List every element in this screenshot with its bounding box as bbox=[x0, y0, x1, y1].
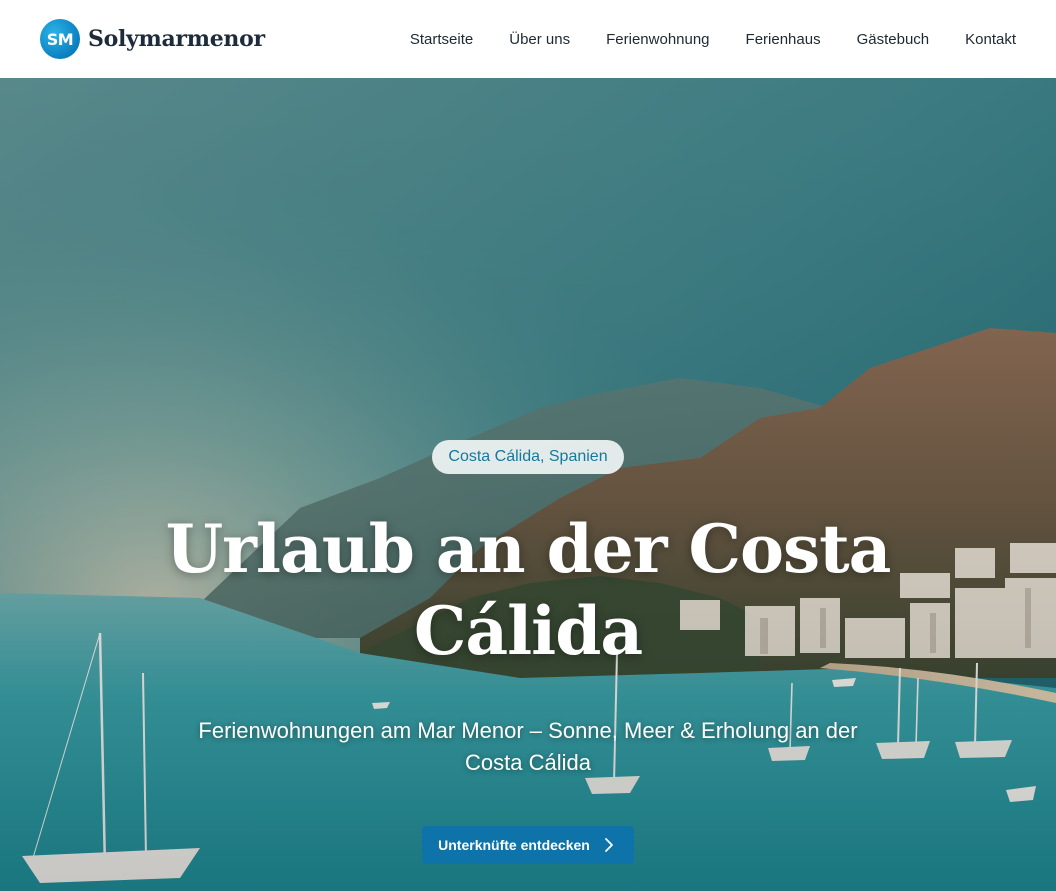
chevron-right-icon bbox=[604, 837, 614, 853]
nav-item-startseite[interactable]: Startseite bbox=[410, 31, 473, 48]
nav-item-ueber-uns[interactable]: Über uns bbox=[509, 31, 570, 48]
site-logo[interactable]: SM Solymarmenor bbox=[40, 19, 265, 59]
nav-item-ferienhaus[interactable]: Ferienhaus bbox=[746, 31, 821, 48]
location-badge: Costa Cálida, Spanien bbox=[432, 440, 624, 474]
nav-item-ferienwohnung[interactable]: Ferienwohnung bbox=[606, 31, 709, 48]
nav-item-gaestebuch[interactable]: Gästebuch bbox=[857, 31, 930, 48]
hero-subtitle: Ferienwohnungen am Mar Menor – Sonne, Me… bbox=[198, 718, 858, 775]
main-nav: Startseite Über uns Ferienwohnung Ferien… bbox=[410, 31, 1016, 48]
hero-title: Urlaub an der Costa Cálida bbox=[165, 510, 892, 670]
discover-accommodations-button[interactable]: Unterknüfte entdecken bbox=[422, 826, 634, 864]
hero-content: Costa Cálida, Spanien Urlaub an der Cost… bbox=[0, 78, 1056, 891]
cta-label: Unterknüfte entdecken bbox=[438, 837, 590, 853]
site-header: SM Solymarmenor Startseite Über uns Feri… bbox=[0, 0, 1056, 78]
brand-name: Solymarmenor bbox=[88, 26, 265, 52]
hero-section: Costa Cálida, Spanien Urlaub an der Cost… bbox=[0, 78, 1056, 891]
nav-item-kontakt[interactable]: Kontakt bbox=[965, 31, 1016, 48]
logo-badge: SM bbox=[40, 19, 80, 59]
